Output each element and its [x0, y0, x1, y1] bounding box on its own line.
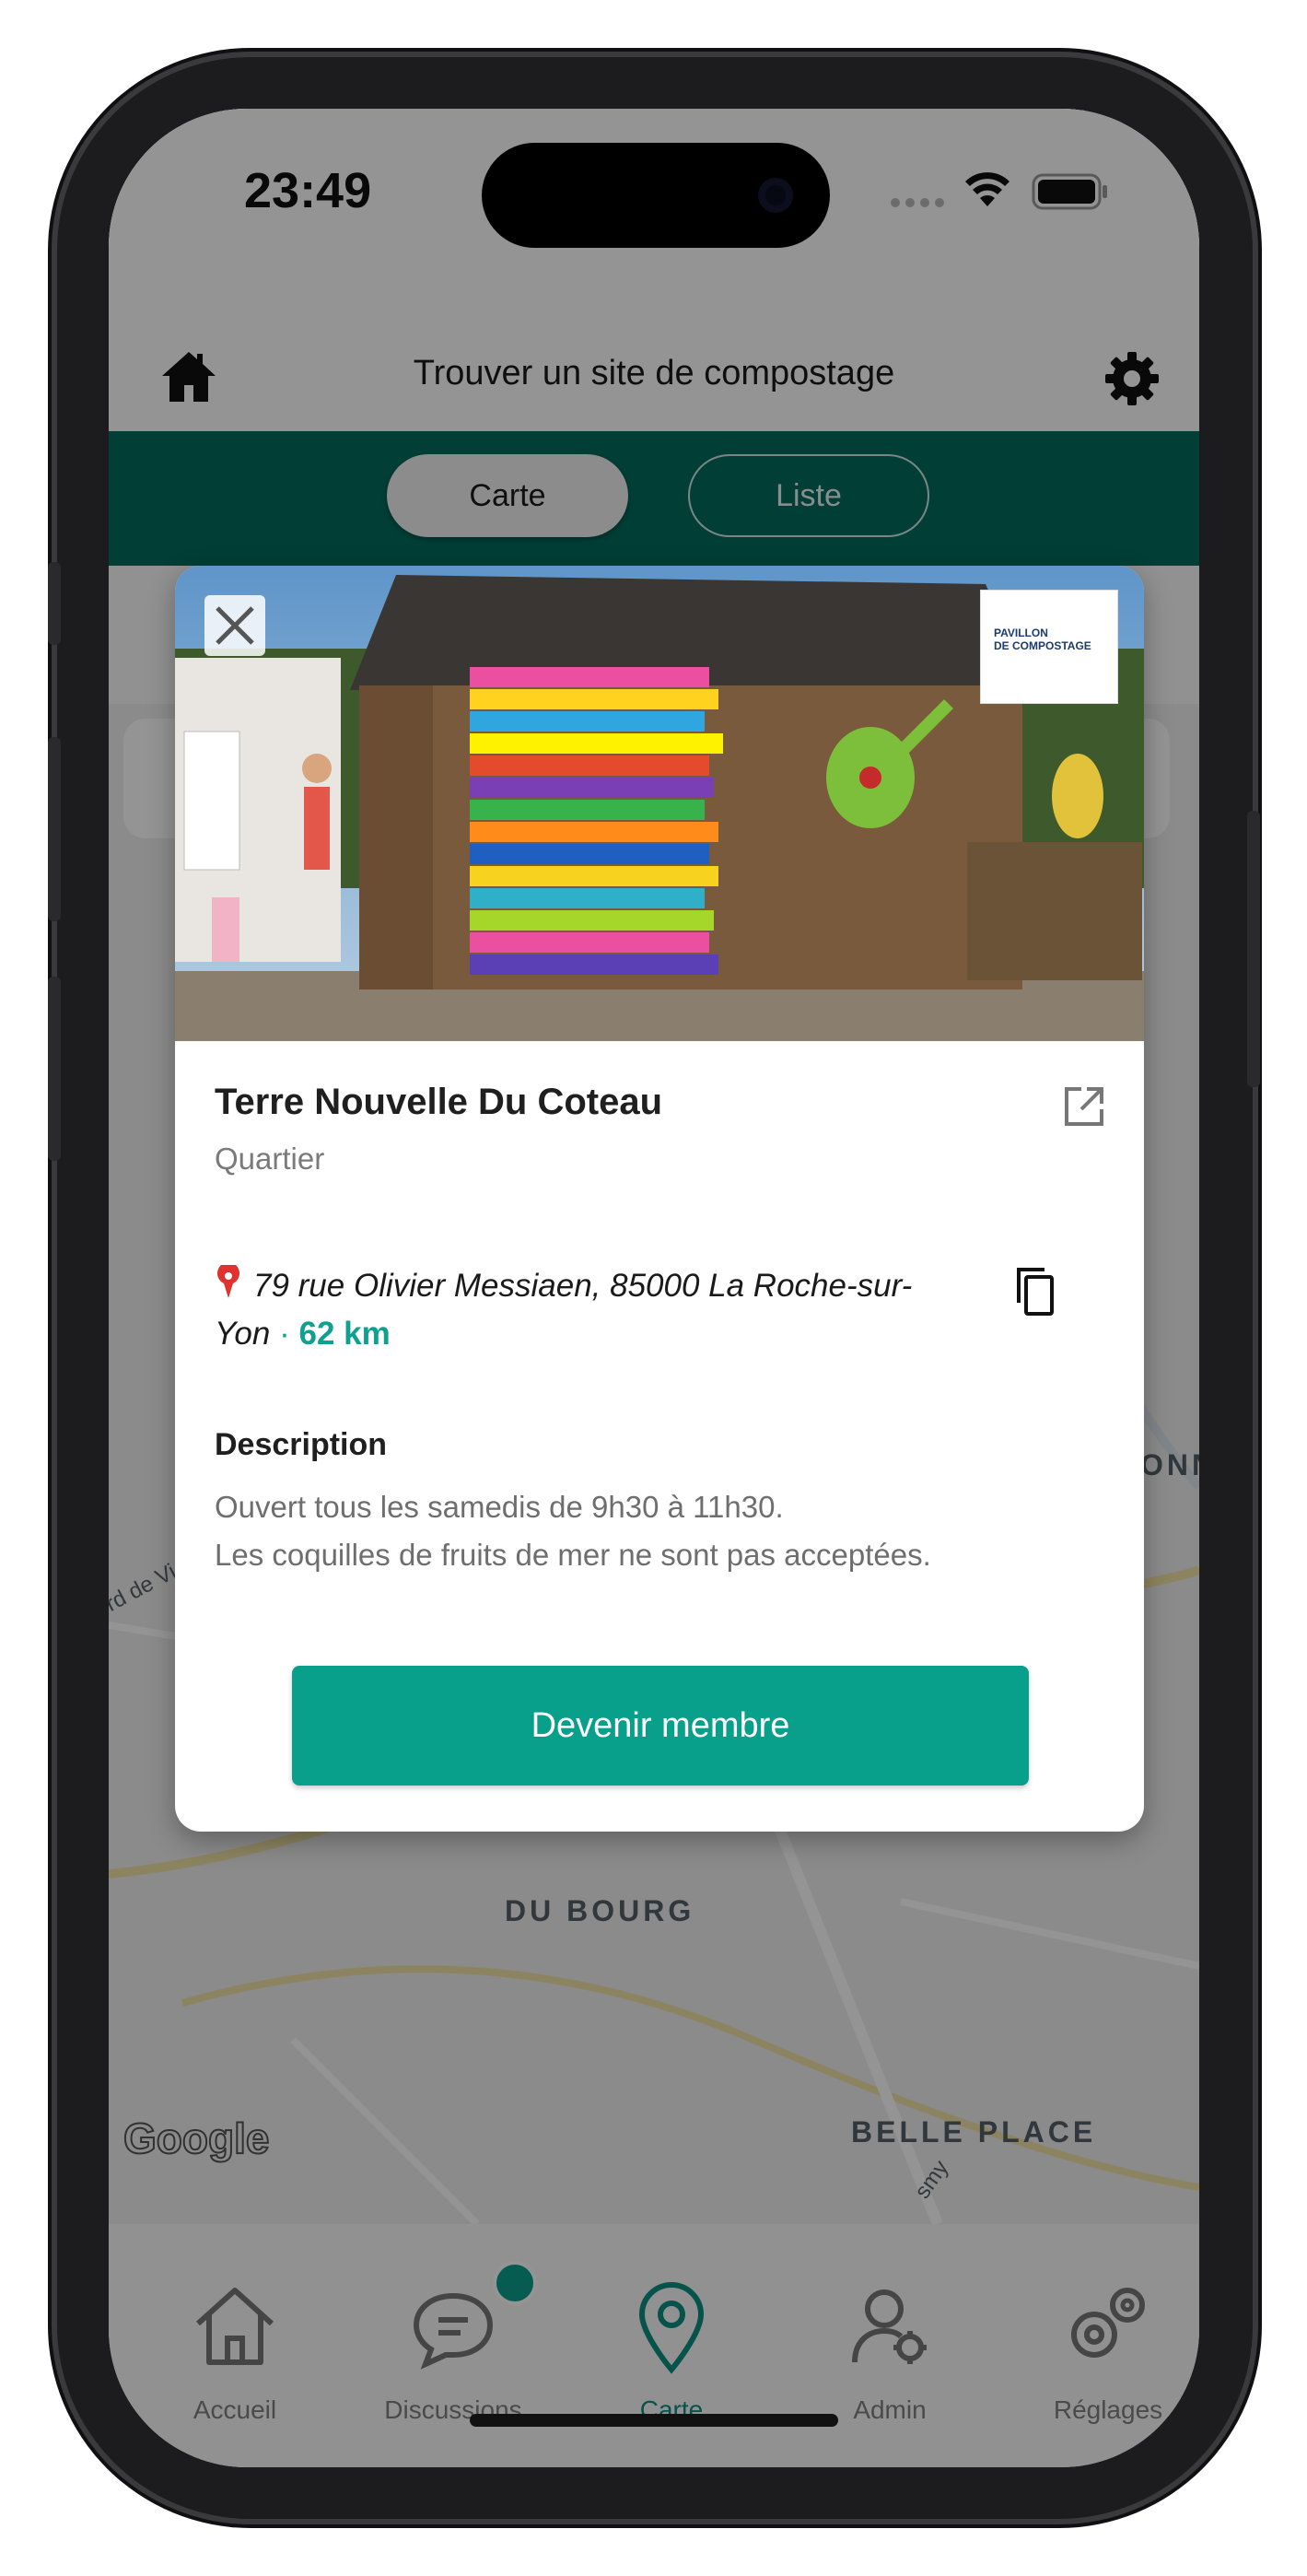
- chat-icon: [413, 2292, 494, 2370]
- logo-text-1: PAVILLON: [994, 626, 1048, 639]
- settings-icon: [1071, 2288, 1145, 2358]
- map-pin-icon: [638, 2282, 705, 2374]
- external-link-icon[interactable]: [1061, 1083, 1107, 1130]
- nav-item-carte[interactable]: Carte: [566, 2279, 777, 2424]
- nav-item-reglages[interactable]: Réglages: [1002, 2279, 1199, 2424]
- nav-item-accueil[interactable]: Accueil: [129, 2279, 341, 2424]
- notification-badge: [493, 2261, 537, 2305]
- home-outline-icon: [195, 2288, 274, 2365]
- description-line: Ouvert tous les samedis de 9h30 à 11h30.: [215, 1490, 784, 1524]
- power-button: [1247, 811, 1260, 1087]
- site-name: Terre Nouvelle Du Coteau: [215, 1082, 663, 1122]
- description-text: Ouvert tous les samedis de 9h30 à 11h30.…: [215, 1483, 1117, 1579]
- description-line: Les coquilles de fruits de mer ne sont p…: [215, 1538, 931, 1572]
- logo-text-2: DE COMPOSTAGE: [994, 639, 1091, 652]
- site-detail-modal: PAVILLON DE COMPOSTAGE Terre Nouvelle Du…: [175, 566, 1144, 1832]
- screen: 23:49 Trouver un site de compostage Cart…: [109, 109, 1199, 2467]
- nav-label: Accueil: [193, 2395, 277, 2424]
- location-pin-icon: [217, 1262, 239, 1298]
- close-button[interactable]: [204, 595, 265, 656]
- copy-icon[interactable]: [1011, 1266, 1057, 1317]
- become-member-button[interactable]: Devenir membre: [292, 1666, 1029, 1786]
- address-line-1: 79 rue Olivier Messiaen, 85000 La Roche-…: [253, 1268, 913, 1304]
- volume-up-button: [48, 737, 61, 921]
- site-logo: PAVILLON DE COMPOSTAGE: [980, 590, 1118, 704]
- address-line-2: Yon: [215, 1316, 271, 1352]
- distance-separator: ·: [279, 1316, 290, 1352]
- site-address: 79 rue Olivier Messiaen, 85000 La Roche-…: [215, 1262, 970, 1358]
- nav-label: Réglages: [1053, 2395, 1163, 2424]
- action-button: [48, 562, 61, 645]
- admin-icon: [852, 2289, 927, 2364]
- site-photo: PAVILLON DE COMPOSTAGE: [175, 566, 1144, 1041]
- volume-down-button: [48, 977, 61, 1161]
- site-type: Quartier: [215, 1142, 325, 1176]
- bottom-nav: Accueil Discussions Carte Admin Réglages: [109, 2224, 1199, 2467]
- home-indicator: [470, 2414, 838, 2427]
- distance: 62 km: [298, 1316, 391, 1352]
- description-title: Description: [215, 1427, 388, 1462]
- nav-item-discussions[interactable]: Discussions: [347, 2261, 559, 2424]
- close-icon: [216, 606, 254, 645]
- nav-item-admin[interactable]: Admin: [784, 2279, 996, 2424]
